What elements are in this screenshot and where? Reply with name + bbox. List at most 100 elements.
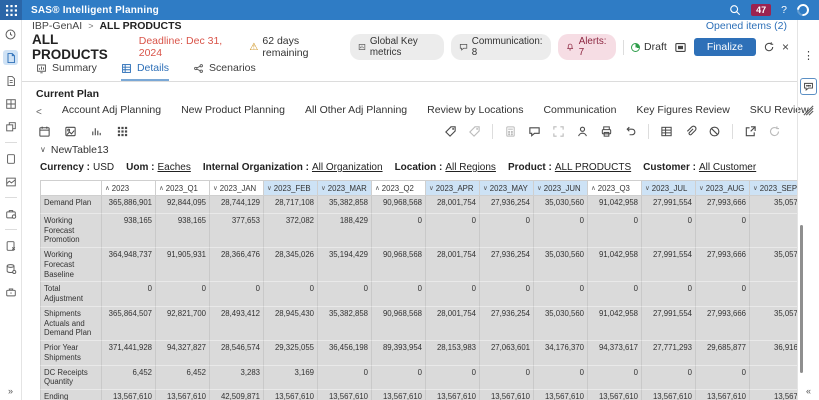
grid-cell[interactable]: 92,844,095 <box>156 196 210 214</box>
undo-icon[interactable] <box>624 125 637 138</box>
tab-summary[interactable]: Summary <box>36 62 97 81</box>
grid-cell[interactable]: 35,057, <box>750 307 797 341</box>
subtab-new-product-planning[interactable]: New Product Planning <box>181 104 285 121</box>
grid-cell[interactable]: 0 <box>480 282 534 306</box>
grid-cell[interactable] <box>750 366 797 390</box>
grid-cell[interactable]: 0 <box>696 214 750 248</box>
grid-cell[interactable]: 28,744,129 <box>210 196 264 214</box>
collapse-icon[interactable]: ∨ <box>40 145 46 154</box>
grid-cell[interactable]: 35,030,560 <box>534 248 588 282</box>
grid-cell[interactable]: 13,567,610 <box>426 390 480 400</box>
finalize-button[interactable]: Finalize <box>694 38 756 56</box>
column-header-2023-jan[interactable]: ∨2023_JAN <box>210 180 264 196</box>
grid-cell[interactable]: 938,165 <box>156 214 210 248</box>
grid-cell[interactable]: 13,567,610 <box>480 390 534 400</box>
grid-cell[interactable]: 371,441,928 <box>102 341 156 365</box>
grid-cell[interactable]: 28,366,476 <box>210 248 264 282</box>
grid-cell[interactable]: 0 <box>588 282 642 306</box>
grid-cell[interactable]: 27,936,254 <box>480 248 534 282</box>
grid-cell[interactable]: 27,993,666 <box>696 248 750 282</box>
block-icon[interactable] <box>708 125 721 138</box>
kebab-menu-icon[interactable]: ⋮ <box>803 51 814 62</box>
grid-cell[interactable]: 90,968,568 <box>372 248 426 282</box>
refresh-icon[interactable] <box>763 41 775 53</box>
sidebar-item-objects[interactable] <box>3 119 18 134</box>
grid-cell[interactable]: 3,283 <box>210 366 264 390</box>
grid-cell[interactable]: 35,030,560 <box>534 307 588 341</box>
grid-cell[interactable]: 13,567,610 <box>102 390 156 400</box>
filter-value[interactable]: All Customer <box>699 162 756 173</box>
sidebar-item-case[interactable] <box>3 284 18 299</box>
subtab-all-other-adj-planning[interactable]: All Other Adj Planning <box>305 104 407 121</box>
grid-cell[interactable]: 13,567,610 <box>156 390 210 400</box>
grid-cell[interactable]: 6,452 <box>102 366 156 390</box>
comment-toolbar-icon[interactable] <box>528 125 541 138</box>
column-header-2023-jun[interactable]: ∨2023_JUN <box>534 180 588 196</box>
help-button[interactable]: ? <box>781 4 787 16</box>
grid-cell[interactable]: 188,429 <box>318 214 372 248</box>
grid-cell[interactable]: 0 <box>426 282 480 306</box>
grid-cell[interactable]: 94,373,617 <box>588 341 642 365</box>
grid-cell[interactable]: 94,327,827 <box>156 341 210 365</box>
grid-cell[interactable]: 91,042,958 <box>588 248 642 282</box>
grid-cell[interactable]: 0 <box>696 282 750 306</box>
grid-cell[interactable]: 0 <box>480 214 534 248</box>
grid-cell[interactable]: 27,771,293 <box>642 341 696 365</box>
grid-cell[interactable]: 35,382,858 <box>318 307 372 341</box>
expand-caret-icon[interactable]: ∨ <box>699 184 704 192</box>
grid-cell[interactable]: 364,948,737 <box>102 248 156 282</box>
grid-cell[interactable]: 29,685,877 <box>696 341 750 365</box>
edit-tag-icon[interactable] <box>444 125 457 138</box>
export-icon[interactable] <box>744 125 757 138</box>
grid-cell[interactable]: 28,717,108 <box>264 196 318 214</box>
grid-cell[interactable]: 13,567,610 <box>588 390 642 400</box>
tag-settings-icon[interactable] <box>468 125 481 138</box>
user-avatar[interactable] <box>795 2 812 19</box>
grid-cell[interactable] <box>750 214 797 248</box>
grid-cell[interactable]: 13,567,610 <box>534 390 588 400</box>
grid-cell[interactable]: 13,567,610 <box>696 390 750 400</box>
grid-cell[interactable]: 0 <box>534 214 588 248</box>
subtab-communication[interactable]: Communication <box>543 104 616 121</box>
grid-cell[interactable]: 28,153,983 <box>426 341 480 365</box>
panel-view-button[interactable] <box>674 41 687 54</box>
table-icon[interactable] <box>660 125 673 138</box>
vertical-scrollbar[interactable] <box>800 225 803 373</box>
grid-cell[interactable]: 27,993,666 <box>696 196 750 214</box>
grid-cell[interactable]: 13,567,610 <box>642 390 696 400</box>
grid-cell[interactable]: 938,165 <box>102 214 156 248</box>
column-header-2023-q1[interactable]: ∧2023_Q1 <box>156 180 210 196</box>
grid-cell[interactable]: 0 <box>480 366 534 390</box>
grid-cell[interactable]: 28,546,574 <box>210 341 264 365</box>
grid-cell[interactable]: 0 <box>372 214 426 248</box>
expand-caret-icon[interactable]: ∨ <box>321 184 326 192</box>
column-header-2023-sep[interactable]: ∨2023_SEP <box>750 180 797 196</box>
grid-cell[interactable]: 35,030,560 <box>534 196 588 214</box>
sync-icon[interactable] <box>768 125 781 138</box>
grid-cell[interactable]: 0 <box>318 282 372 306</box>
grid-cell[interactable]: 35,057, <box>750 196 797 214</box>
calendar-icon[interactable] <box>38 125 51 138</box>
grid-cell[interactable]: 27,991,554 <box>642 307 696 341</box>
print-icon[interactable] <box>600 125 613 138</box>
calculator-icon[interactable] <box>504 125 517 138</box>
sidebar-item-pages[interactable] <box>3 151 18 166</box>
grid-cell[interactable]: 0 <box>318 366 372 390</box>
expand-caret-icon[interactable]: ∨ <box>537 184 542 192</box>
sidebar-item-plans[interactable] <box>3 50 18 65</box>
grid-cell[interactable]: 13,567,610 <box>264 390 318 400</box>
subtab-account-adj-planning[interactable]: Account Adj Planning <box>62 104 161 121</box>
subtab-prev-icon[interactable]: < <box>36 107 42 118</box>
expand-caret-icon[interactable]: ∨ <box>267 184 272 192</box>
comments-panel-button[interactable] <box>800 78 817 95</box>
expand-caret-icon[interactable]: ∨ <box>213 184 218 192</box>
grid-cell[interactable]: 91,905,931 <box>156 248 210 282</box>
notification-count-badge[interactable]: 47 <box>751 4 771 16</box>
grid-cell[interactable]: 35,194,429 <box>318 248 372 282</box>
grid-cell[interactable]: 28,493,412 <box>210 307 264 341</box>
attachment-icon[interactable] <box>684 125 697 138</box>
image-icon[interactable] <box>64 125 77 138</box>
sidebar-item-page-remove[interactable] <box>3 238 18 253</box>
column-header-2023-mar[interactable]: ∨2023_MAR <box>318 180 372 196</box>
grid-cell[interactable]: 89,393,954 <box>372 341 426 365</box>
